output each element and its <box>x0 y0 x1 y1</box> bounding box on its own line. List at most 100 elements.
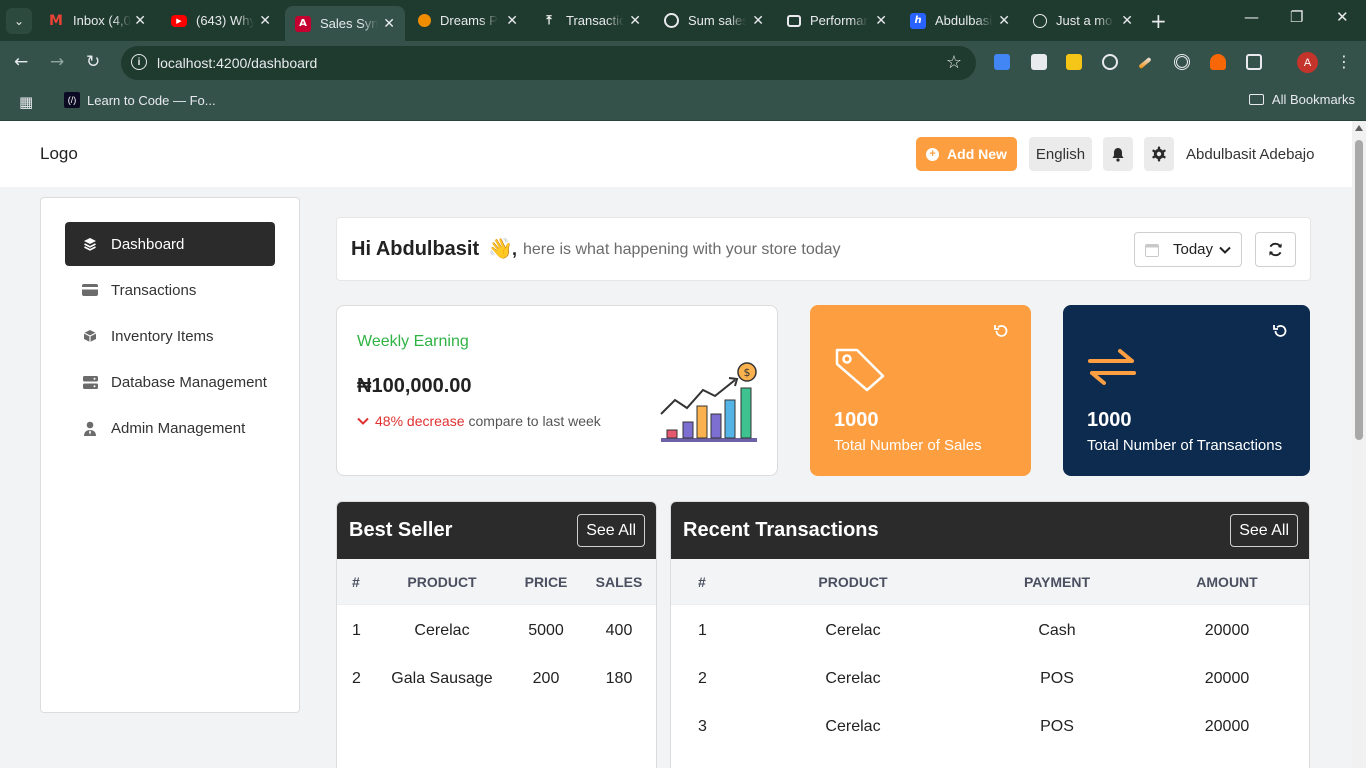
best-seller-column-headers: # PRODUCT PRICE SALES <box>337 559 656 605</box>
refresh-button[interactable] <box>1255 232 1296 267</box>
browser-tab[interactable]: M Inbox (4,0 ✕ <box>38 6 156 35</box>
slides-icon <box>787 14 801 27</box>
browser-tab[interactable]: Just a mo ✕ <box>1023 6 1143 35</box>
calendar-icon <box>1145 243 1159 257</box>
sidebar-item-inventory[interactable]: Inventory Items <box>65 314 275 358</box>
browser-toolbar: ← → ↻ i localhost:4200/dashboard ☆ <box>0 41 1366 85</box>
table-cell: Cerelac <box>825 622 881 639</box>
close-tab-icon[interactable]: ✕ <box>875 13 887 29</box>
table-cell: 1 <box>698 622 707 639</box>
table-row[interactable]: 1 Cerelac Cash 20000 <box>671 605 1309 653</box>
column-header: AMOUNT <box>1196 574 1258 590</box>
close-tab-icon[interactable]: ✕ <box>506 13 518 29</box>
back-icon[interactable]: ← <box>14 52 28 72</box>
tab-search-icon[interactable]: ⌄ <box>6 8 32 34</box>
folder-icon <box>1248 94 1264 105</box>
all-bookmarks[interactable]: All Bookmarks <box>1248 92 1355 107</box>
table-row[interactable]: 1 Cerelac 5000 400 <box>337 605 656 653</box>
table-cell: POS <box>1040 718 1074 735</box>
total-transactions-value: 1000 <box>1087 409 1132 431</box>
sidebar-item-admin[interactable]: Admin Management <box>65 406 275 450</box>
table-row[interactable]: 2 Cerelac POS 20000 <box>671 653 1309 701</box>
table-row[interactable]: 3 Cerelac POS 20000 <box>671 701 1309 749</box>
extension-fox-icon[interactable] <box>1210 54 1226 70</box>
browser-tab-active[interactable]: A Sales Sync ✕ <box>285 6 405 41</box>
extension-notion-icon[interactable] <box>1031 54 1047 70</box>
bookmark-freecodecamp[interactable]: (/) Learn to Code — Fo... <box>64 92 216 108</box>
extension-react-icon[interactable] <box>1102 54 1118 70</box>
settings-button[interactable] <box>1144 137 1174 171</box>
bookmark-star-icon[interactable]: ☆ <box>946 52 962 73</box>
close-tab-icon[interactable]: ✕ <box>752 13 764 29</box>
table-cell: 20000 <box>1204 670 1250 687</box>
greeting-message: here is what happening with your store t… <box>523 241 841 258</box>
sidebar-item-dashboard[interactable]: Dashboard <box>65 222 275 266</box>
restore-icon[interactable]: ❐ <box>1290 8 1303 26</box>
browser-menu-icon[interactable]: ⋮ <box>1336 52 1352 71</box>
sidebar-item-transactions[interactable]: Transactions <box>65 268 275 312</box>
extension-dollar-icon[interactable] <box>1066 54 1082 70</box>
add-new-button[interactable]: + Add New <box>916 137 1017 171</box>
table-cell: Cerelac <box>825 718 881 735</box>
greeting-comma: , <box>512 239 518 259</box>
best-seller-title: Best Seller <box>349 519 453 541</box>
reset-icon[interactable] <box>1272 323 1288 339</box>
layers-icon <box>82 237 98 251</box>
browser-tab[interactable]: ⤒ Transactio ✕ <box>531 6 651 35</box>
browser-tab[interactable]: ▶ (643) Why ✕ <box>161 6 281 35</box>
reload-icon[interactable]: ↻ <box>86 52 100 72</box>
column-header: # <box>352 574 360 590</box>
apps-grid-icon[interactable]: ▦ <box>19 93 33 111</box>
profile-avatar[interactable]: A <box>1297 52 1318 73</box>
page-scrollbar[interactable] <box>1352 121 1366 768</box>
tab-title: Performan <box>810 13 868 28</box>
column-header: PAYMENT <box>1023 574 1091 590</box>
recent-transactions-header: Recent Transactions See All <box>671 502 1309 559</box>
close-tab-icon[interactable]: ✕ <box>259 13 271 29</box>
url-text[interactable]: localhost:4200/dashboard <box>157 55 317 71</box>
close-tab-icon[interactable]: ✕ <box>629 13 641 29</box>
close-tab-icon[interactable]: ✕ <box>134 13 146 29</box>
period-select[interactable]: Today <box>1134 232 1242 267</box>
weekly-change-amount: 48% decrease <box>375 413 465 429</box>
extension-docs-icon[interactable] <box>994 54 1010 70</box>
best-seller-see-all-button[interactable]: See All <box>577 514 645 547</box>
total-sales-value: 1000 <box>834 409 879 431</box>
browser-tab-strip: ⌄ M Inbox (4,0 ✕ ▶ (643) Why ✕ A Sales S… <box>0 0 1366 41</box>
hashnode-icon: h <box>910 12 926 29</box>
weekly-earning-value: ₦100,000.00 <box>357 375 472 397</box>
close-tab-icon[interactable]: ✕ <box>1121 13 1133 29</box>
browser-tab[interactable]: Dreams P ✕ <box>408 6 528 35</box>
user-name[interactable]: Abdulbasit Adebajo <box>1186 146 1314 163</box>
extension-target-icon[interactable] <box>1174 54 1190 70</box>
notification-button[interactable] <box>1103 137 1133 171</box>
table-cell: 20000 <box>1204 718 1250 735</box>
close-tab-icon[interactable]: ✕ <box>383 16 395 32</box>
table-cell: POS <box>1040 670 1074 687</box>
forward-icon[interactable]: → <box>50 52 64 72</box>
column-header: PRODUCT <box>407 574 477 590</box>
scrollbar-thumb[interactable] <box>1355 140 1363 440</box>
browser-tab[interactable]: Performan ✕ <box>777 6 897 35</box>
scroll-up-arrow-icon[interactable] <box>1355 125 1363 131</box>
dreams-icon <box>418 14 431 27</box>
chatgpt-icon <box>664 13 679 28</box>
reset-icon[interactable] <box>993 323 1009 339</box>
new-tab-icon[interactable]: + <box>1150 9 1167 33</box>
tab-title: Dreams P <box>440 13 498 28</box>
sidebar-item-database[interactable]: Database Management <box>65 360 275 404</box>
table-row[interactable]: 2 Gala Sausage 200 180 <box>337 653 656 701</box>
extensions-puzzle-icon[interactable] <box>1246 54 1262 70</box>
recent-transactions-see-all-button[interactable]: See All <box>1230 514 1298 547</box>
language-select[interactable]: English <box>1029 137 1092 171</box>
browser-tab[interactable]: Sum sales ✕ <box>654 6 774 35</box>
site-info-icon[interactable]: i <box>131 54 147 70</box>
minimize-icon[interactable]: — <box>1244 8 1259 26</box>
close-tab-icon[interactable]: ✕ <box>998 13 1010 29</box>
browser-tab[interactable]: h Abdulbasi ✕ <box>900 6 1020 35</box>
greeting-title: Hi Abdulbasit <box>351 238 480 260</box>
address-bar[interactable]: i localhost:4200/dashboard ☆ <box>121 46 976 80</box>
chevron-down-icon <box>357 417 369 425</box>
close-window-icon[interactable]: ✕ <box>1336 8 1349 26</box>
table-cell: Cash <box>1038 622 1076 639</box>
